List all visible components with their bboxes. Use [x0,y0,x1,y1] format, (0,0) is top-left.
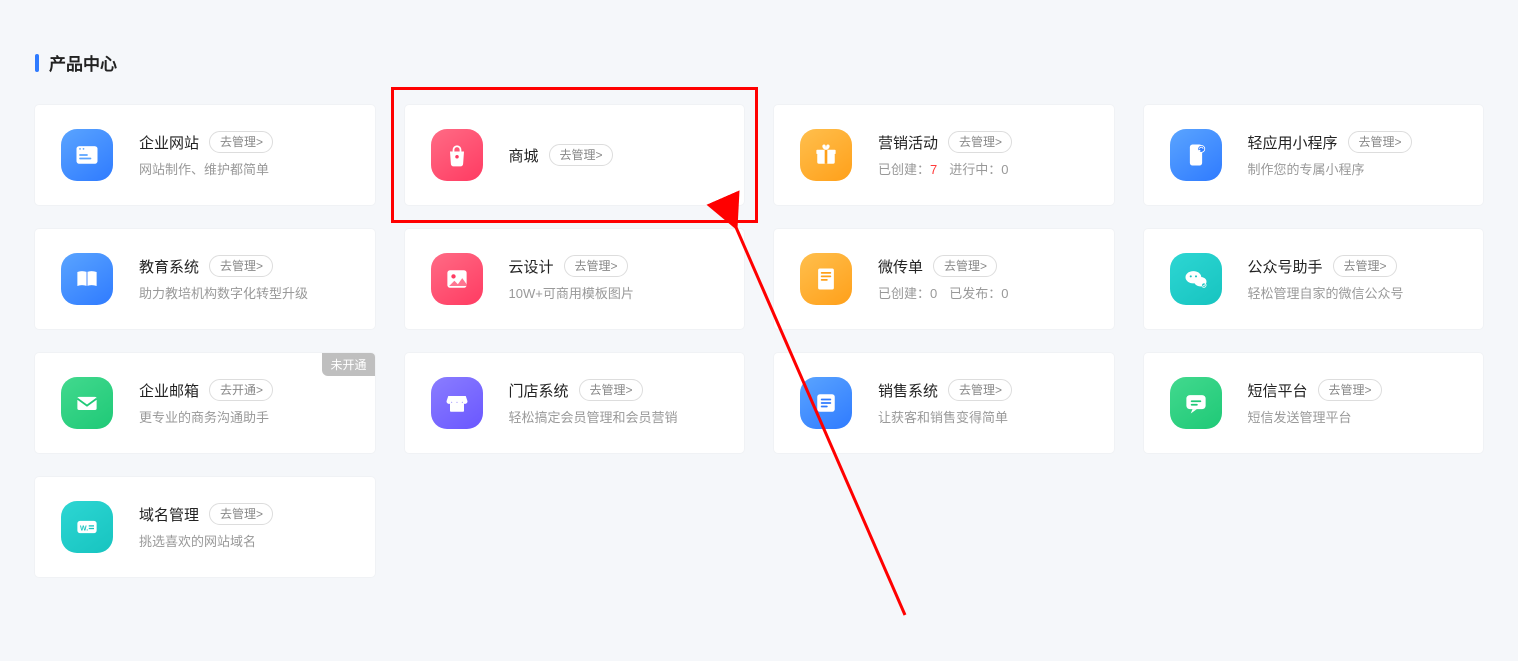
product-grid: 企业网站去管理>网站制作、维护都简单商城去管理>营销活动去管理>已创建：7进行中… [35,105,1483,577]
stat-created-label: 已创建： [878,286,930,301]
card-content: 销售系统去管理> 让获客和销售变得简单 [878,379,1088,427]
card-flyer[interactable]: 微传单去管理>已创建：0已发布：0 [774,229,1114,329]
card-stats: 已创建：0已发布：0 [878,285,1088,303]
title-bar-accent [35,54,39,72]
card-mail[interactable]: 未开通企业邮箱去开通> 更专业的商务沟通助手 [35,353,375,453]
card-sms[interactable]: 短信平台去管理> 短信发送管理平台 [1144,353,1484,453]
card-content: 轻应用小程序去管理> 制作您的专属小程序 [1248,131,1458,179]
card-marketing[interactable]: 营销活动去管理> 已创建：7 进行中：0 [774,105,1114,205]
card-desc: 网站制作、维护都简单 [139,161,349,179]
card-sales[interactable]: 销售系统去管理> 让获客和销售变得简单 [774,353,1114,453]
phone-icon [1170,129,1222,181]
domain-icon: W. [61,501,113,553]
card-title: 企业网站 [139,132,199,153]
stat-created-value: 7 [930,162,937,177]
card-title: 轻应用小程序 [1248,132,1338,153]
card-domain[interactable]: W. 域名管理去管理> 挑选喜欢的网站域名 [35,477,375,577]
manage-button[interactable]: 去管理> [209,503,273,525]
card-desc: 短信发送管理平台 [1248,409,1458,427]
book-icon [61,253,113,305]
activate-button[interactable]: 去开通> [209,379,273,401]
bag-icon [431,129,483,181]
manage-button[interactable]: 去管理> [948,131,1012,153]
wechat-icon [1170,253,1222,305]
card-title: 门店系统 [509,380,569,401]
stat-created-value: 0 [930,286,937,301]
card-desc: 更专业的商务沟通助手 [139,409,349,427]
card-desc: 轻松管理自家的微信公众号 [1248,285,1458,303]
card-title: 企业邮箱 [139,380,199,401]
card-content: 企业邮箱去开通> 更专业的商务沟通助手 [139,379,349,427]
card-content: 教育系统去管理> 助力教培机构数字化转型升级 [139,255,349,303]
manage-button[interactable]: 去管理> [209,131,273,153]
image-icon [431,253,483,305]
card-content: 公众号助手去管理> 轻松管理自家的微信公众号 [1248,255,1458,303]
section-title: 产品中心 [35,50,1483,75]
chat-icon [1170,377,1222,429]
manage-button[interactable]: 去管理> [209,255,273,277]
card-desc: 助力教培机构数字化转型升级 [139,285,349,303]
card-desc: 制作您的专属小程序 [1248,161,1458,179]
card-title: 域名管理 [139,504,199,525]
manage-button[interactable]: 去管理> [1333,255,1397,277]
card-wechat[interactable]: 公众号助手去管理> 轻松管理自家的微信公众号 [1144,229,1484,329]
card-content: 短信平台去管理> 短信发送管理平台 [1248,379,1458,427]
card-store[interactable]: 门店系统去管理> 轻松搞定会员管理和会员营销 [405,353,745,453]
card-title: 销售系统 [878,380,938,401]
card-title: 短信平台 [1248,380,1308,401]
stat-running-label: 已发布： [949,286,1001,301]
card-edu[interactable]: 教育系统去管理> 助力教培机构数字化转型升级 [35,229,375,329]
manage-button[interactable]: 去管理> [933,255,997,277]
card-content: 企业网站去管理> 网站制作、维护都简单 [139,131,349,179]
section-title-text: 产品中心 [49,50,117,75]
card-desc: 挑选喜欢的网站域名 [139,533,349,551]
shop-icon [431,377,483,429]
browser-icon [61,129,113,181]
card-title: 微传单 [878,256,923,277]
card-title: 教育系统 [139,256,199,277]
card-content: 营销活动去管理> 已创建：7 进行中：0 [878,131,1088,179]
manage-button[interactable]: 去管理> [579,379,643,401]
stat-running-value: 0 [1001,286,1008,301]
card-content: 门店系统去管理> 轻松搞定会员管理和会员营销 [509,379,719,427]
badge-not_activated: 未开通 [322,353,374,376]
card-mall[interactable]: 商城去管理> [405,105,745,205]
manage-button[interactable]: 去管理> [948,379,1012,401]
stat-created-label: 已创建： [878,162,930,177]
stat-running-value: 0 [1001,162,1008,177]
card-lightapp[interactable]: 轻应用小程序去管理> 制作您的专属小程序 [1144,105,1484,205]
card-website[interactable]: 企业网站去管理> 网站制作、维护都简单 [35,105,375,205]
list-icon [800,377,852,429]
gift-icon [800,129,852,181]
card-desc: 让获客和销售变得简单 [878,409,1088,427]
card-title: 云设计 [509,256,554,277]
mail-icon [61,377,113,429]
card-desc: 10W+可商用模板图片 [509,285,719,303]
card-title: 公众号助手 [1248,256,1323,277]
card-design[interactable]: 云设计去管理> 10W+可商用模板图片 [405,229,745,329]
manage-button[interactable]: 去管理> [1348,131,1412,153]
card-content: 域名管理去管理> 挑选喜欢的网站域名 [139,503,349,551]
card-desc: 轻松搞定会员管理和会员营销 [509,409,719,427]
page-icon [800,253,852,305]
manage-button[interactable]: 去管理> [1318,379,1382,401]
card-content: 商城去管理> [509,144,719,166]
card-content: 云设计去管理> 10W+可商用模板图片 [509,255,719,303]
card-title: 营销活动 [878,132,938,153]
manage-button[interactable]: 去管理> [549,144,613,166]
stat-running-label: 进行中： [949,162,1001,177]
card-stats: 已创建：7 进行中：0 [878,161,1088,179]
manage-button[interactable]: 去管理> [564,255,628,277]
card-content: 微传单去管理>已创建：0已发布：0 [878,255,1088,303]
svg-text:W.: W. [80,526,88,533]
card-title: 商城 [509,145,539,166]
